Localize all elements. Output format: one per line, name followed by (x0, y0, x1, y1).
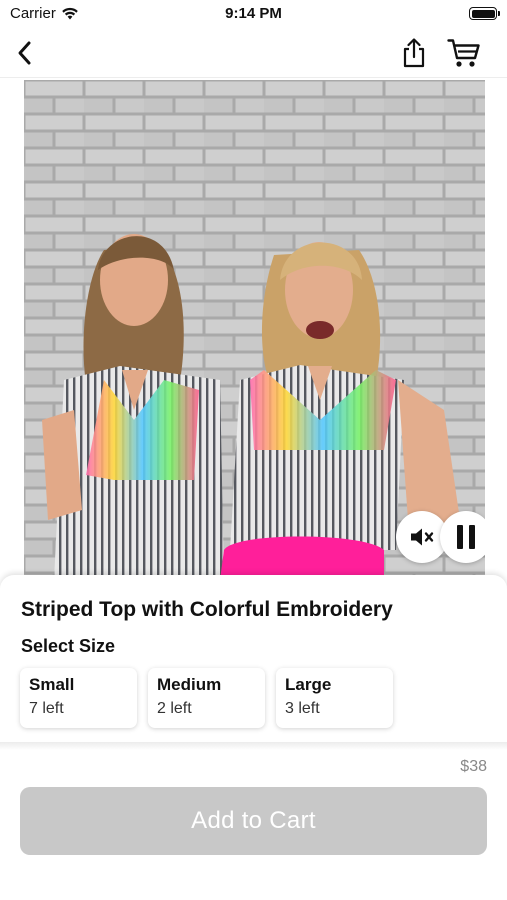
product-price: $38 (460, 758, 487, 775)
add-to-cart-button[interactable]: Add to Cart (20, 787, 487, 855)
pause-button[interactable] (440, 511, 485, 563)
size-stock: 2 left (157, 700, 192, 717)
size-stock: 3 left (285, 700, 320, 717)
pause-icon (457, 525, 475, 549)
status-time: 9:14 PM (225, 5, 282, 22)
size-option-small[interactable]: Small 7 left (20, 668, 137, 728)
battery-icon (469, 7, 500, 20)
back-button[interactable] (8, 36, 42, 70)
cart-button[interactable] (447, 36, 481, 70)
size-name: Large (285, 675, 332, 694)
nav-bar (0, 28, 507, 78)
share-icon (403, 38, 425, 68)
product-video[interactable] (24, 80, 485, 580)
size-stock: 7 left (29, 700, 64, 717)
section-divider (0, 742, 507, 750)
select-size-heading: Select Size (21, 636, 116, 656)
size-name: Medium (157, 675, 222, 694)
product-video-frame (24, 80, 485, 580)
size-options: Small 7 left Medium 2 left Large 3 left (20, 668, 393, 728)
product-title: Striped Top with Colorful Embroidery (21, 598, 393, 621)
size-name: Small (29, 675, 75, 694)
status-bar: Carrier 9:14 PM (0, 0, 507, 28)
size-option-medium[interactable]: Medium 2 left (148, 668, 265, 728)
chevron-left-icon (18, 41, 31, 65)
size-option-large[interactable]: Large 3 left (276, 668, 393, 728)
share-button[interactable] (397, 36, 431, 70)
shopping-cart-icon (447, 39, 480, 67)
volume-mute-icon (411, 528, 434, 546)
